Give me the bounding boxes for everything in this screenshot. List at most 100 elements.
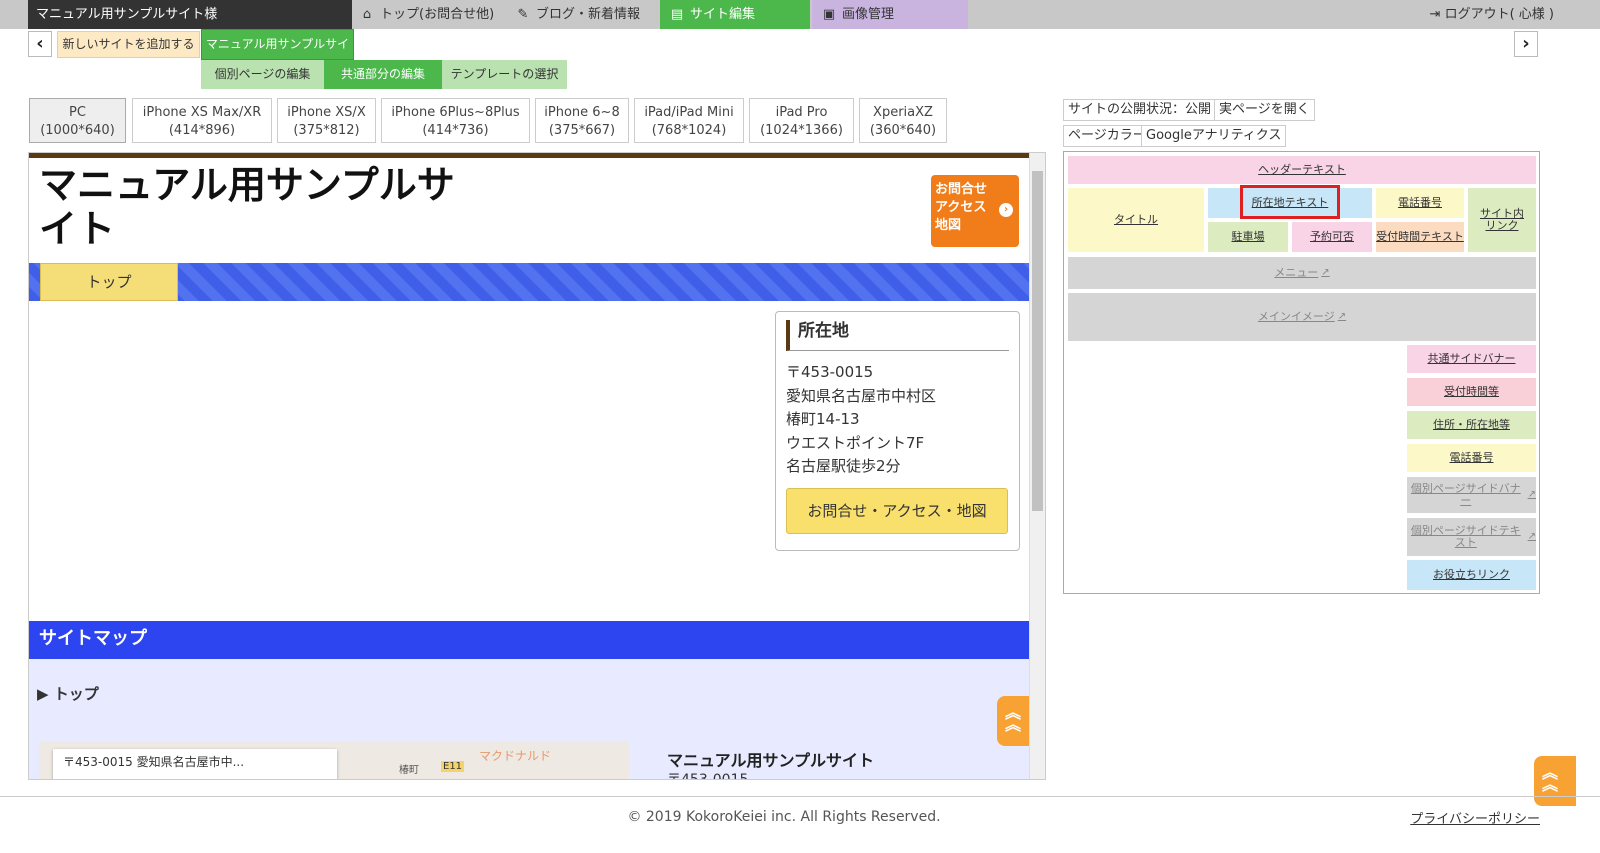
external-link-icon: ↗ [1527,531,1536,542]
device-button-xperia[interactable]: XperiaXZ (360*640) [859,98,947,143]
block-parking[interactable]: 駐車場 [1208,222,1288,252]
analytics-button[interactable]: Googleアナリティクス [1141,125,1287,147]
footer-divider [0,796,1600,797]
preview-scrollbar[interactable] [1029,153,1045,779]
location-line: 椿町14-13 [786,410,860,428]
top-nav: マニュアル用サンプルサイト様 ⌂ トップ(お問合せ他) ✎ ブログ・新着情報 ▤ サイ… [0,0,1600,29]
tab-site-edit[interactable]: ▤ サイト編集 [660,0,810,29]
location-line: 〒453-0015 [786,363,874,381]
publish-status-button[interactable]: サイトの公開状況：公開 [1063,99,1217,121]
page-color-button[interactable]: ページカラー [1063,125,1151,147]
external-link-icon: ↗ [1337,311,1347,322]
scroll-top-button[interactable]: ︽ ︽ [1534,756,1576,806]
block-hours[interactable]: 受付時間等 [1407,378,1536,406]
logout-link[interactable]: ⇥ ログアウト( 心様 ) [1430,0,1554,29]
chevron-right-icon: › [1522,33,1530,54]
location-contact-button[interactable]: お問合せ・アクセス・地図 [786,488,1008,534]
cta-line: 地図 [935,218,962,233]
device-button-pc[interactable]: PC (1000*640) [29,98,126,143]
block-phone[interactable]: 電話番号 [1376,188,1464,218]
tab-image-label: 画像管理 [842,7,895,22]
preview-footer-zip: 〒453-0015 [667,772,749,780]
add-site-button[interactable]: 新しいサイトを追加する [57,31,200,58]
cta-line: お問合せ [935,182,988,197]
privacy-policy-link[interactable]: プライバシーポリシー [1410,808,1540,827]
external-link-icon: ↗ [1321,267,1330,278]
device-size: (375*812) [293,123,360,138]
device-name: iPad Pro [775,105,828,120]
preview-map[interactable]: 〒453-0015 愛知県名古屋市中... マクドナルド 椿町 E11 [39,741,629,779]
device-size: (768*1024) [651,123,727,138]
home-icon: ⌂ [362,7,372,22]
block-header-text[interactable]: ヘッダーテキスト [1068,156,1536,184]
device-name: iPhone XS/X [287,105,366,120]
preview-menu-bar: トップ [29,263,1031,301]
block-page-side-text[interactable]: 個別ページサイドテキスト ↗ [1407,518,1536,556]
pen-icon: ✎ [517,7,529,22]
scrollbar-thumb[interactable] [1032,171,1043,511]
chevron-left-icon: ‹ [36,33,44,54]
tab-select-template[interactable]: テンプレートの選択 [442,60,567,89]
location-heading: 所在地 [786,320,1009,351]
play-circle-icon: ▶ [37,685,54,703]
device-size: (1000*640) [40,123,115,138]
sitemap-top-label: トップ [53,685,99,703]
block-site-links[interactable]: サイト内リンク [1468,188,1536,252]
preview-sitemap-heading: サイトマップ [29,621,1031,659]
block-menu-label: メニュー [1274,266,1319,279]
tab-image-management[interactable]: ▣ 画像管理 [812,0,968,29]
block-title[interactable]: タイトル [1068,188,1204,252]
block-menu[interactable]: メニュー ↗ [1068,257,1536,289]
device-size: (414*896) [168,123,236,138]
device-button-iphone-xs-max[interactable]: iPhone XS Max/XR (414*896) [132,98,272,143]
preview-contact-button[interactable]: お問合せ アクセス 地図 › [931,175,1019,247]
device-button-ipad-pro[interactable]: iPad Pro (1024*1366) [749,98,854,143]
block-common-side-banner[interactable]: 共通サイドバナー [1407,345,1536,373]
preview-site-title[interactable]: マニュアル用サンプルサイト [39,163,459,251]
next-arrow-button[interactable]: › [1514,31,1538,57]
tab-blog-label: ブログ・新着情報 [536,7,641,22]
block-address[interactable]: 住所・所在地等 [1407,411,1536,439]
tab-top-label: トップ(お問合せ他) [380,7,495,22]
block-useful-links[interactable]: お役立ちリンク [1407,560,1536,590]
device-button-iphone-plus[interactable]: iPhone 6Plus~8Plus (414*736) [381,98,530,143]
open-page-button[interactable]: 実ページを開く [1214,99,1315,121]
preview-menu-top[interactable]: トップ [40,263,178,301]
block-main-image[interactable]: メインイメージ ↗ [1068,293,1536,341]
prev-arrow-button[interactable]: ‹ [28,31,52,57]
selected-block-highlight [1240,185,1340,219]
image-icon: ▣ [822,7,836,22]
device-button-ipad[interactable]: iPad/iPad Mini (768*1024) [634,98,744,143]
location-line: 名古屋駅徒歩2分 [786,457,901,475]
map-pin-label: マクドナルド [479,749,552,763]
preview-top-bar [29,153,1031,158]
map-station-label: 椿町 [399,765,419,776]
block-page-side-banner[interactable]: 個別ページサイドバナー ↗ [1407,477,1536,513]
arrow-right-icon: › [999,203,1013,217]
device-name: XperiaXZ [873,105,933,120]
block-page-text-label: 個別ページサイドテキスト [1410,524,1521,549]
block-phone-2[interactable]: 電話番号 [1407,444,1536,472]
device-button-iphone-6-8[interactable]: iPhone 6~8 (375*667) [535,98,629,143]
sitemap-top-link[interactable]: ▶ トップ [37,683,99,704]
layout-map: ヘッダーテキスト タイトル 所在地テキスト 電話番号 サイト内リンク 駐車場 予… [1063,151,1540,594]
tab-edit-individual-pages[interactable]: 個別ページの編集 [201,60,324,89]
logout-label: ログアウト( 心様 ) [1444,7,1554,22]
device-name: iPhone XS Max/XR [142,105,262,120]
current-site-tab[interactable]: マニュアル用サンプルサイト [201,29,354,80]
preview-sitemap-area: ▶ トップ 〒453-0015 愛知県名古屋市中... マクドナルド 椿町 E1… [29,659,1031,780]
tab-edit-common-parts[interactable]: 共通部分の編集 [324,60,442,89]
device-name: iPad/iPad Mini [644,105,734,120]
location-line: 愛知県名古屋市中村区 [786,386,937,405]
block-hours-text[interactable]: 受付時間テキスト [1376,222,1464,252]
block-page-banner-label: 個別ページサイドバナー [1410,482,1521,507]
tab-blog[interactable]: ✎ ブログ・新着情報 [506,0,656,29]
block-reservation[interactable]: 予約可否 [1292,222,1372,252]
location-line: ウエストポイント7F [786,433,925,452]
device-button-iphone-xs[interactable]: iPhone XS/X (375*812) [277,98,376,143]
tab-top[interactable]: ⌂ トップ(お問合せ他) [350,0,498,29]
device-size: (375*667) [548,123,616,138]
preview-location-box[interactable]: 所在地 〒453-0015 愛知県名古屋市中村区 椿町14-13 ウエストポイン… [775,311,1020,551]
logout-icon: ⇥ [1429,7,1445,22]
site-name: マニュアル用サンプルサイト様 [28,0,352,29]
